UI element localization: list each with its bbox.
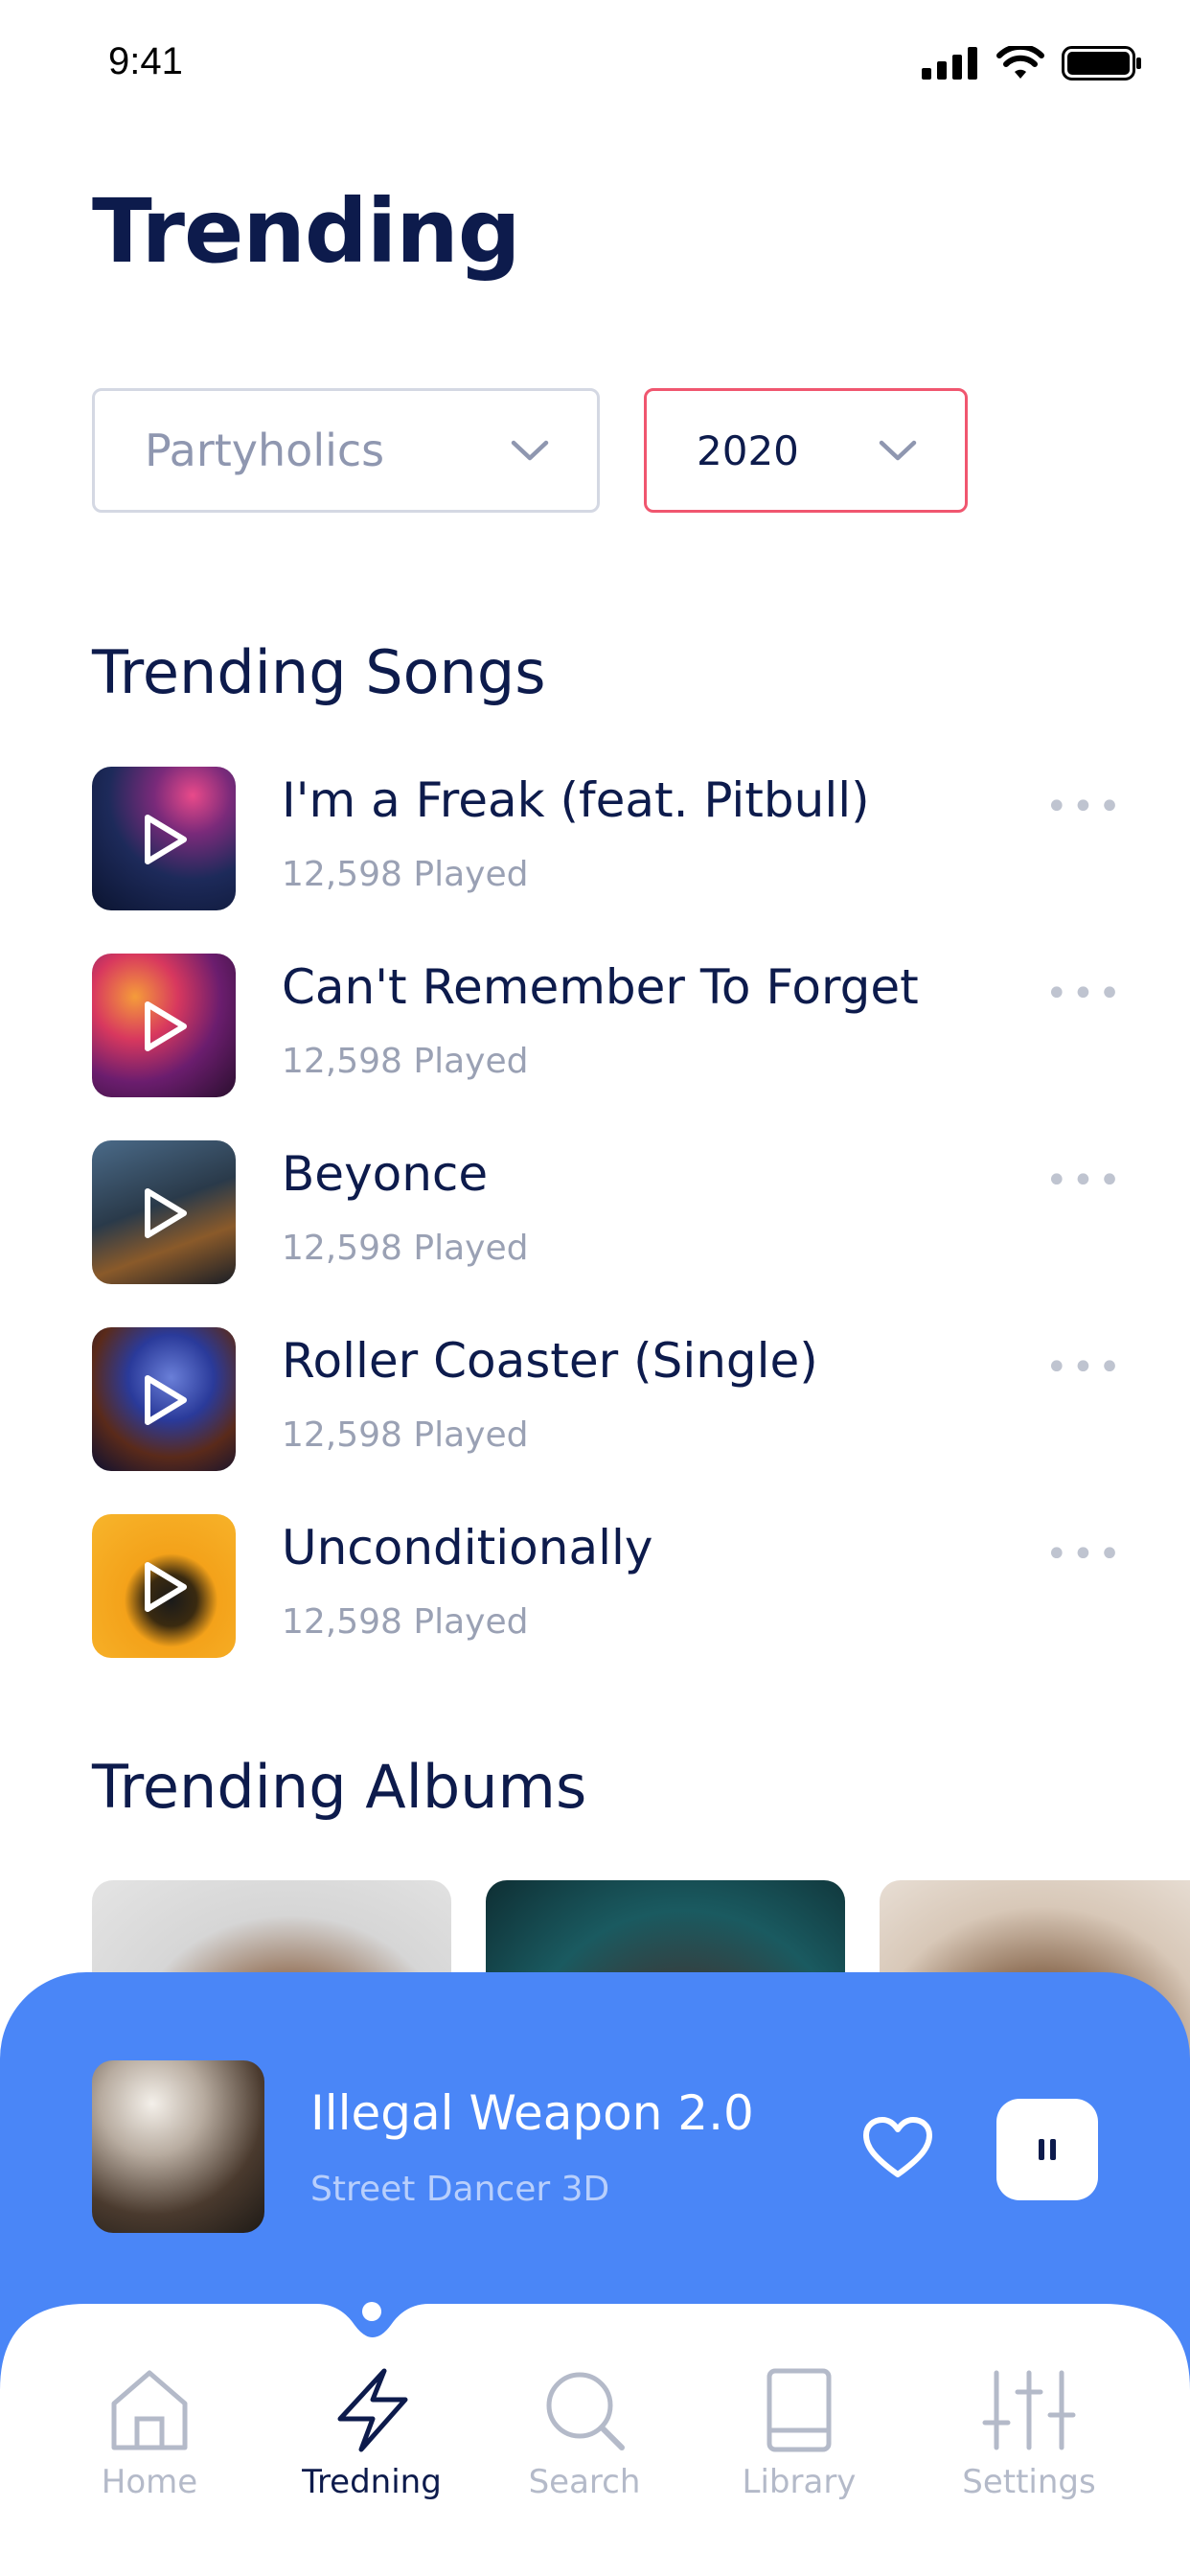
tab-search[interactable]: Search	[489, 2367, 680, 2501]
more-options-icon[interactable]: •••	[1045, 788, 1125, 826]
song-play-count: 12,598 Played	[282, 1042, 529, 1081]
year-dropdown[interactable]: 2020	[644, 388, 968, 513]
song-title: Unconditionally	[282, 1520, 653, 1576]
wifi-icon	[996, 46, 1044, 79]
song-play-count: 12,598 Played	[282, 855, 529, 894]
song-artwork[interactable]	[92, 1327, 236, 1471]
play-icon	[145, 815, 187, 864]
song-title: Beyonce	[282, 1146, 489, 1202]
active-tab-indicator	[362, 2302, 381, 2321]
more-options-icon[interactable]: •••	[1045, 1348, 1125, 1387]
more-options-icon[interactable]: •••	[1045, 975, 1125, 1013]
status-icons	[922, 46, 1142, 80]
trending-songs-title: Trending Songs	[92, 637, 546, 707]
now-playing-artist: Street Dancer 3D	[310, 2170, 610, 2209]
more-options-icon[interactable]: •••	[1045, 1535, 1125, 1574]
song-title: I'm a Freak (feat. Pitbull)	[282, 772, 870, 828]
song-artwork[interactable]	[92, 1140, 236, 1284]
genre-dropdown-value: Partyholics	[145, 425, 385, 476]
more-options-icon[interactable]: •••	[1045, 1162, 1125, 1200]
play-icon	[145, 1375, 187, 1425]
chevron-down-icon	[879, 440, 917, 461]
play-icon	[145, 1562, 187, 1612]
page-title: Trending	[92, 180, 521, 283]
heart-icon[interactable]	[862, 2116, 933, 2179]
lightning-icon	[337, 2368, 408, 2452]
tab-home[interactable]: Home	[54, 2367, 245, 2501]
tab-label: Home	[101, 2463, 198, 2501]
pause-button[interactable]	[996, 2099, 1098, 2200]
song-play-count: 12,598 Played	[282, 1602, 529, 1642]
song-row[interactable]: Beyonce 12,598 Played •••	[92, 1140, 1121, 1327]
genre-dropdown[interactable]: Partyholics	[92, 388, 600, 513]
song-artwork[interactable]	[92, 767, 236, 910]
tab-settings[interactable]: Settings	[933, 2367, 1125, 2501]
song-row[interactable]: I'm a Freak (feat. Pitbull) 12,598 Playe…	[92, 767, 1121, 954]
status-time: 9:41	[108, 40, 183, 82]
search-icon	[546, 2372, 625, 2450]
tab-label: Settings	[962, 2463, 1096, 2501]
song-artwork[interactable]	[92, 954, 236, 1097]
tab-label: Library	[742, 2463, 857, 2501]
trending-albums-title: Trending Albums	[92, 1752, 587, 1822]
song-play-count: 12,598 Played	[282, 1415, 529, 1455]
song-row[interactable]: Unconditionally 12,598 Played •••	[92, 1514, 1121, 1701]
pause-icon	[1039, 2139, 1044, 2160]
pause-icon	[1050, 2139, 1056, 2160]
song-title: Roller Coaster (Single)	[282, 1333, 818, 1389]
now-playing-title: Illegal Weapon 2.0	[310, 2085, 754, 2141]
chevron-down-icon	[511, 440, 549, 461]
tab-label: Search	[528, 2463, 641, 2501]
play-icon	[145, 1001, 187, 1051]
sliders-icon	[982, 2370, 1076, 2450]
song-row[interactable]: Can't Remember To Forget 12,598 Played •…	[92, 954, 1121, 1140]
trending-screen: 9:41 Trending Partyholics 2020 Trending …	[0, 0, 1190, 2576]
year-dropdown-value: 2020	[697, 426, 799, 474]
tab-library[interactable]: Library	[703, 2367, 895, 2501]
song-title: Can't Remember To Forget	[282, 959, 919, 1015]
home-icon	[111, 2370, 188, 2450]
battery-icon	[1062, 46, 1141, 80]
status-bar: 9:41	[0, 0, 1190, 125]
song-play-count: 12,598 Played	[282, 1229, 529, 1268]
now-playing-artwork[interactable]	[92, 2060, 264, 2233]
tab-label: Tredning	[302, 2463, 442, 2501]
book-icon	[767, 2368, 832, 2452]
song-artwork[interactable]	[92, 1514, 236, 1658]
tab-bar: Home Tredning Search Library Settings	[0, 2304, 1190, 2576]
play-icon	[145, 1188, 187, 1238]
song-list: I'm a Freak (feat. Pitbull) 12,598 Playe…	[92, 767, 1121, 1701]
tab-trending[interactable]: Tredning	[276, 2367, 468, 2501]
song-row[interactable]: Roller Coaster (Single) 12,598 Played ••…	[92, 1327, 1121, 1514]
cellular-signal-icon	[922, 47, 977, 80]
